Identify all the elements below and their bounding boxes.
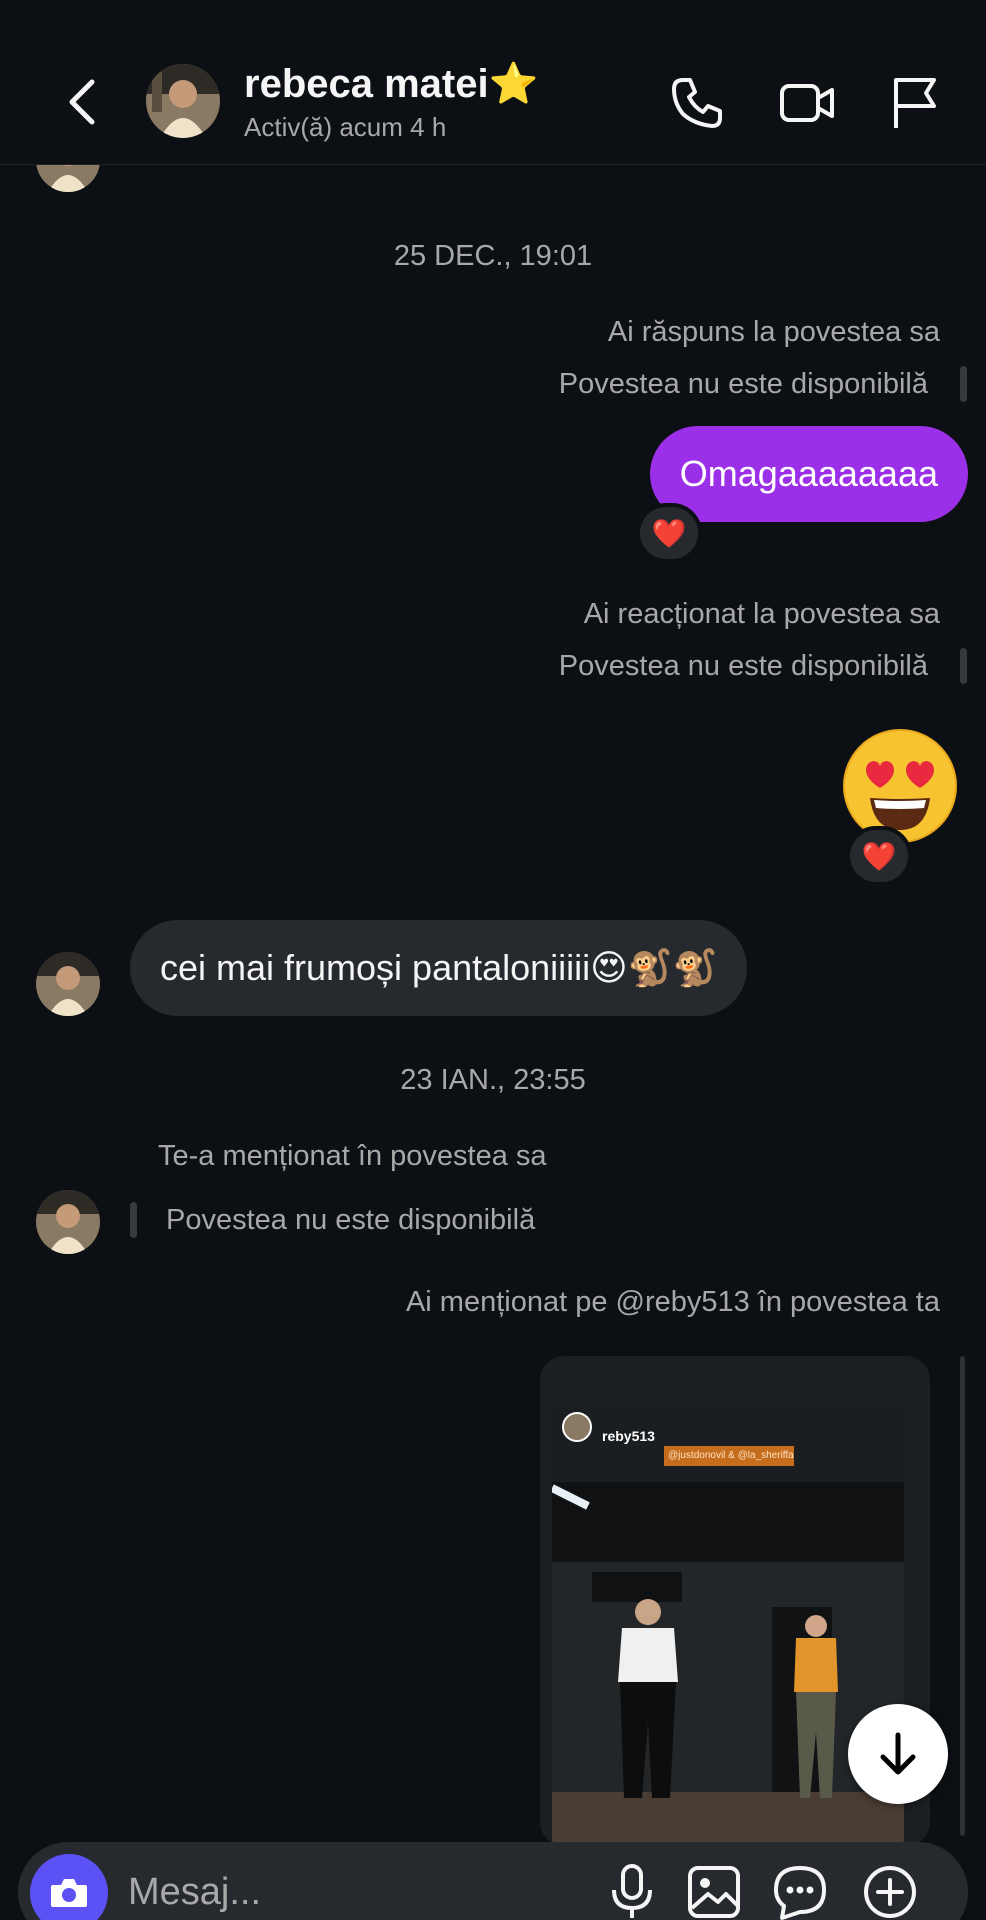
gallery-icon bbox=[688, 1866, 740, 1918]
chat-header: rebeca matei⭐ Activ(ă) acum 4 h bbox=[0, 0, 986, 165]
story-bar bbox=[960, 366, 967, 402]
message-reaction[interactable]: ❤️ bbox=[846, 826, 912, 886]
video-call-button[interactable] bbox=[778, 74, 836, 132]
scroll-to-bottom-button[interactable] bbox=[848, 1704, 948, 1804]
story-bar bbox=[130, 1202, 137, 1238]
date-separator: 23 IAN., 23:55 bbox=[400, 1064, 586, 1096]
flag-icon bbox=[894, 78, 936, 128]
received-message-bubble[interactable]: cei mai frumoși pantaloniiiii😍🐒🐒 bbox=[130, 920, 748, 1016]
more-options-button[interactable] bbox=[860, 1860, 920, 1920]
heart-icon: ❤️ bbox=[651, 517, 687, 549]
message-input[interactable] bbox=[128, 1864, 488, 1920]
message-reaction[interactable]: ❤️ bbox=[636, 503, 702, 563]
story-username: reby513 bbox=[602, 1428, 655, 1444]
you-mentioned-label: Ai menționat pe @reby513 în povestea ta bbox=[405, 1286, 940, 1318]
story-react-label: Ai reacționat la povestea sa bbox=[583, 598, 940, 630]
arrow-down-icon bbox=[880, 1732, 916, 1775]
voice-message-button[interactable] bbox=[602, 1860, 662, 1920]
contact-avatar-small[interactable] bbox=[36, 1190, 100, 1254]
sticker-icon bbox=[774, 1866, 826, 1920]
story-unavailable-text: Povestea nu este disponibilă bbox=[558, 650, 928, 682]
report-button[interactable] bbox=[886, 74, 944, 132]
camera-icon bbox=[51, 1879, 87, 1907]
back-button[interactable] bbox=[58, 72, 108, 132]
audio-call-button[interactable] bbox=[668, 74, 726, 132]
story-reply-label: Ai răspuns la povestea sa bbox=[607, 316, 940, 348]
sent-emoji-message[interactable] bbox=[840, 726, 960, 846]
heart-icon: ❤️ bbox=[861, 840, 897, 872]
story-preview-image: reby513 @justdonovil & @la_sheriffa bbox=[552, 1402, 904, 1846]
phone-icon bbox=[672, 78, 722, 128]
star-icon: ⭐ bbox=[488, 62, 539, 106]
story-mention-tag: @justdonovil & @la_sheriffa bbox=[664, 1446, 794, 1466]
message-composer bbox=[18, 1842, 968, 1920]
story-bar bbox=[960, 648, 967, 684]
story-unavailable-text: Povestea nu este disponibilă bbox=[166, 1204, 536, 1236]
video-camera-icon bbox=[780, 84, 834, 122]
contact-name[interactable]: rebeca matei⭐ bbox=[244, 60, 538, 107]
sent-message-bubble[interactable]: Omagaaaaaaaa bbox=[649, 426, 968, 522]
plus-icon bbox=[864, 1866, 916, 1918]
back-chevron-icon bbox=[69, 79, 95, 125]
scrollbar[interactable] bbox=[960, 1356, 965, 1836]
contact-status: Activ(ă) acum 4 h bbox=[244, 112, 447, 142]
camera-button[interactable] bbox=[30, 1854, 108, 1920]
contact-avatar[interactable] bbox=[146, 64, 220, 138]
microphone-icon bbox=[612, 1864, 652, 1918]
gallery-button[interactable] bbox=[684, 1860, 744, 1920]
date-separator: 25 DEC., 19:01 bbox=[393, 240, 593, 272]
sticker-button[interactable] bbox=[770, 1860, 830, 1920]
contact-avatar-small[interactable] bbox=[36, 952, 100, 1016]
story-unavailable-text: Povestea nu este disponibilă bbox=[558, 368, 928, 400]
story-mention-label: Te-a menționat în povestea sa bbox=[158, 1140, 547, 1172]
story-avatar bbox=[562, 1412, 592, 1442]
